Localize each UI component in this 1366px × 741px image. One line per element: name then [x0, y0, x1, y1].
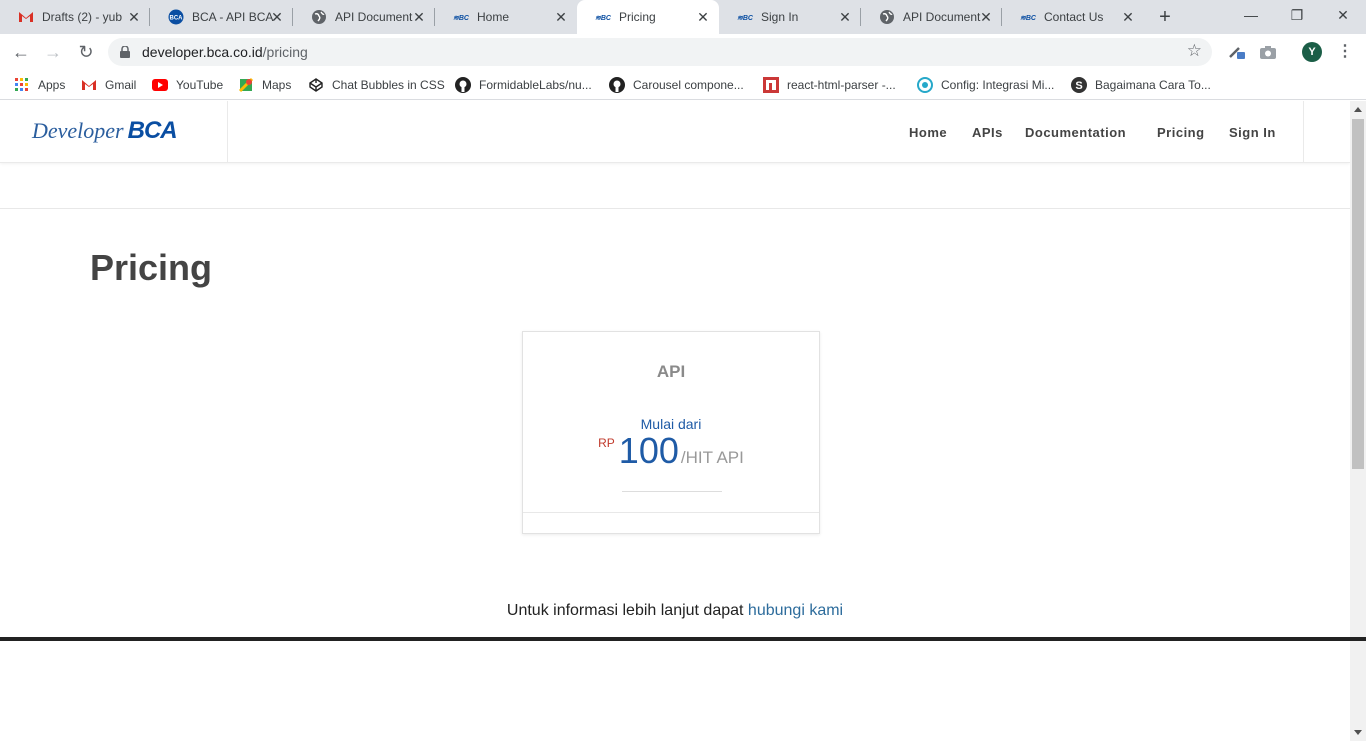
bookmark-bagaimana[interactable]: S Bagaimana Cara To...: [1071, 76, 1211, 94]
forward-arrow-icon[interactable]: →: [41, 40, 65, 64]
globe-icon: [311, 9, 327, 25]
svg-text:≋BCA: ≋BCA: [453, 15, 469, 22]
section-divider: [0, 208, 1350, 209]
scroll-down-arrow-icon[interactable]: [1354, 730, 1362, 735]
tab-contact-us[interactable]: ≋BCA Contact Us ✕: [1002, 0, 1144, 34]
extension-icon[interactable]: [1227, 42, 1247, 62]
gmail-icon: [18, 9, 34, 25]
tab-sign-in[interactable]: ≋BCA Sign In ✕: [719, 0, 861, 34]
svg-text:≋BCA: ≋BCA: [1020, 15, 1036, 22]
codepen-icon: [308, 77, 324, 93]
bookmark-formidablelabs[interactable]: FormidableLabs/nu...: [455, 76, 592, 94]
reload-icon[interactable]: ↻: [74, 40, 98, 64]
bookmark-chat-bubbles[interactable]: Chat Bubbles in CSS: [308, 76, 445, 94]
browser-toolbar: ← → ↻ developer.bca.co.id/pricing ☆: [0, 34, 1366, 70]
close-tab-icon[interactable]: ✕: [553, 9, 569, 25]
page-title: Pricing: [90, 247, 213, 288]
profile-avatar[interactable]: Y: [1302, 42, 1322, 62]
scrollbar-thumb[interactable]: [1352, 119, 1364, 469]
bca-icon: ≋BCA: [737, 9, 753, 25]
info-text: Untuk informasi lebih lanjut dapat hubun…: [506, 602, 844, 619]
close-tab-icon[interactable]: ✕: [126, 9, 142, 25]
tab-api-document-1[interactable]: API Document ✕: [293, 0, 435, 34]
url-text: developer.bca.co.id/pricing: [142, 44, 308, 60]
taskbar-edge: [0, 637, 1366, 641]
svg-text:≋BCA: ≋BCA: [595, 15, 611, 22]
bookmarks-bar: Apps Gmail YouTube Maps Chat Bubbles in …: [0, 70, 1366, 100]
restore-icon[interactable]: ❐: [1274, 0, 1320, 30]
config-icon: [917, 77, 933, 93]
bca-icon: ≋BCA: [453, 9, 469, 25]
apps-grid-icon: [14, 77, 30, 93]
bookmark-config-integrasi[interactable]: Config: Integrasi Mi...: [917, 76, 1054, 94]
bookmark-maps[interactable]: Maps: [238, 76, 291, 94]
youtube-icon: [152, 77, 168, 93]
lock-icon: [120, 45, 130, 58]
close-tab-icon[interactable]: ✕: [269, 9, 285, 25]
nav-pricing[interactable]: Pricing: [1157, 125, 1205, 140]
pricing-card: API Mulai dari RP 100/HIT API: [522, 331, 820, 534]
close-tab-icon[interactable]: ✕: [1120, 9, 1136, 25]
kebab-menu-icon[interactable]: ⋮: [1337, 41, 1353, 63]
s-icon: S: [1071, 77, 1087, 93]
bca-icon: ≋BCA: [595, 9, 611, 25]
close-window-icon[interactable]: ✕: [1320, 0, 1366, 30]
price-unit: /HIT API: [680, 448, 744, 467]
new-tab-plus-icon[interactable]: +: [1155, 7, 1175, 27]
tab-api-document-2[interactable]: API Document ✕: [861, 0, 1002, 34]
bookmark-apps[interactable]: Apps: [14, 76, 65, 94]
github-icon: [455, 77, 471, 93]
close-tab-icon[interactable]: ✕: [837, 9, 853, 25]
close-tab-icon[interactable]: ✕: [411, 9, 427, 25]
contact-link[interactable]: hubungi kami: [748, 602, 843, 619]
bookmark-star-icon[interactable]: ☆: [1187, 41, 1202, 61]
bookmark-carousel[interactable]: Carousel compone...: [609, 76, 744, 94]
close-tab-icon[interactable]: ✕: [695, 9, 711, 25]
tab-pricing[interactable]: ≋BCA Pricing ✕: [577, 0, 719, 34]
developer-bca-logo[interactable]: Developer BCA: [32, 117, 178, 147]
svg-text:S: S: [1075, 80, 1082, 92]
bca-icon: ≋BCA: [1020, 9, 1036, 25]
price-currency: RP: [598, 436, 615, 450]
page-scrollbar[interactable]: [1350, 101, 1366, 741]
scroll-up-arrow-icon[interactable]: [1354, 107, 1362, 112]
github-icon: [609, 77, 625, 93]
address-bar[interactable]: developer.bca.co.id/pricing ☆: [108, 38, 1212, 66]
nav-documentation[interactable]: Documentation: [1025, 125, 1126, 140]
nav-apis[interactable]: APIs: [972, 125, 1003, 140]
browser-tabstrip: Drafts (2) - yub ✕ BCA BCA - API BCA ✕ A…: [0, 0, 1366, 34]
camera-icon[interactable]: [1258, 42, 1278, 62]
bookmark-react-html-parser[interactable]: react-html-parser -...: [763, 76, 896, 94]
tab-bca-api[interactable]: BCA BCA - API BCA ✕: [150, 0, 293, 34]
bca-icon: BCA: [168, 9, 184, 25]
minimize-icon[interactable]: —: [1228, 0, 1274, 30]
page-viewport: Developer BCA Home APIs Documentation Pr…: [0, 101, 1350, 741]
bookmark-gmail[interactable]: Gmail: [81, 76, 136, 94]
maps-icon: [238, 77, 254, 93]
nav-home[interactable]: Home: [909, 125, 947, 140]
price-row: RP 100/HIT API: [523, 430, 819, 472]
svg-text:≋BCA: ≋BCA: [737, 15, 753, 22]
tab-drafts[interactable]: Drafts (2) - yub ✕: [0, 0, 150, 34]
nav-sign-in[interactable]: Sign In: [1229, 125, 1276, 140]
pricing-card-title: API: [656, 362, 686, 381]
globe-icon: [879, 9, 895, 25]
svg-text:BCA: BCA: [170, 16, 184, 22]
back-arrow-icon[interactable]: ←: [9, 40, 33, 64]
npm-icon: [763, 77, 779, 93]
gmail-icon: [81, 77, 97, 93]
close-tab-icon[interactable]: ✕: [978, 9, 994, 25]
site-header: Developer BCA Home APIs Documentation Pr…: [0, 101, 1350, 163]
tab-home[interactable]: ≋BCA Home ✕: [435, 0, 577, 34]
bookmark-youtube[interactable]: YouTube: [152, 76, 223, 94]
price-amount: 100: [618, 430, 679, 471]
